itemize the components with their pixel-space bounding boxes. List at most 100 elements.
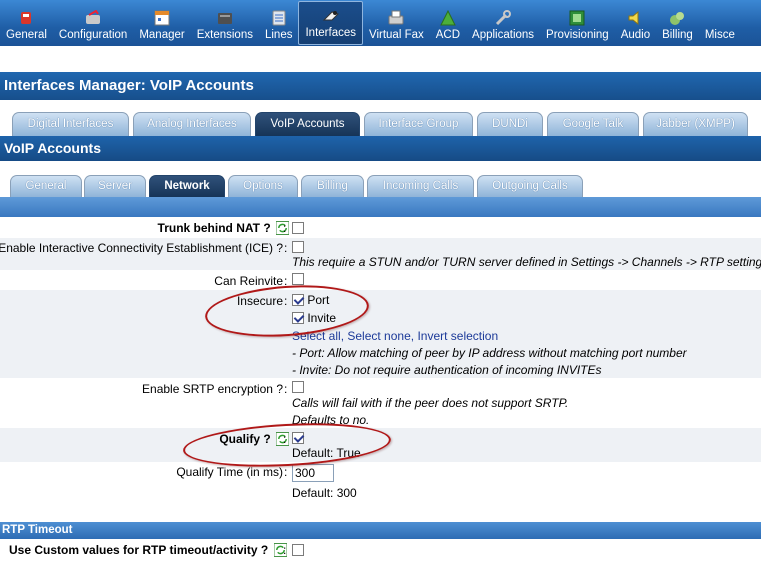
form-header-strip <box>0 197 761 217</box>
colon: : <box>284 294 288 308</box>
subtab-outgoing-calls[interactable]: Outgoing Calls <box>477 175 583 197</box>
colon: : <box>284 274 288 288</box>
qualify-time-label: Qualify Time (in ms) <box>176 465 283 479</box>
qualify-default: Default: True <box>292 446 361 460</box>
subtab-incoming-calls[interactable]: Incoming Calls <box>367 175 474 197</box>
nav-label: Manager <box>139 29 185 41</box>
subtab-billing[interactable]: Billing <box>301 175 364 197</box>
reinvite-label: Can Reinvite <box>214 274 283 288</box>
ice-hint: This require a STUN and/or TURN server d… <box>292 255 761 269</box>
nav-misc[interactable]: Misce <box>699 0 741 46</box>
srtp-label: Enable SRTP encryption ? <box>142 382 283 396</box>
voip-subtabs: General Server Network Options Billing I… <box>0 161 761 197</box>
row-rtp-custom: Use Custom values for RTP timeout/activi… <box>0 539 761 561</box>
port-checkbox[interactable] <box>292 294 304 306</box>
acd-icon <box>439 9 457 26</box>
srtp-default: Defaults to no. <box>292 413 370 427</box>
manager-icon <box>153 9 171 26</box>
colon: : <box>284 382 288 396</box>
subtab-general[interactable]: General <box>10 175 82 197</box>
trunk-nat-label: Trunk behind NAT ? <box>158 221 291 235</box>
insecure-port-option[interactable]: Port <box>292 293 329 307</box>
ice-checkbox[interactable] <box>292 240 304 254</box>
lines-icon <box>270 9 288 26</box>
tab-voip-accounts[interactable]: VoIP Accounts <box>255 112 360 136</box>
qualify-time-field[interactable] <box>292 464 334 482</box>
general-icon <box>17 9 35 26</box>
select-all-link[interactable]: Select all <box>292 329 341 343</box>
tab-digital-interfaces[interactable]: Digital Interfaces <box>12 112 129 136</box>
tab-jabber[interactable]: Jabber (XMPP) <box>643 112 748 136</box>
row-reinvite: Can Reinvite : <box>0 270 761 290</box>
nav-label: Lines <box>264 29 293 41</box>
colon: : <box>283 221 287 235</box>
reinvite-checkbox[interactable] <box>292 272 304 286</box>
tab-interface-group[interactable]: Interface Group <box>364 112 473 136</box>
colon: : <box>284 465 288 479</box>
nav-label: Billing <box>662 29 693 41</box>
nav-audio[interactable]: Audio <box>615 0 656 46</box>
row-qualify: Qualify ? : Default: True <box>0 428 761 462</box>
nav-interfaces[interactable]: Interfaces <box>298 1 363 45</box>
subtab-options[interactable]: Options <box>228 175 298 197</box>
nav-provisioning[interactable]: Provisioning <box>540 0 615 46</box>
trunk-nat-checkbox[interactable] <box>292 221 304 235</box>
nav-label: Provisioning <box>546 29 609 41</box>
qualify-checkbox[interactable] <box>292 431 304 445</box>
tab-dundi[interactable]: DUNDi <box>477 112 543 136</box>
nav-general[interactable]: General <box>0 0 53 46</box>
nav-billing[interactable]: Billing <box>656 0 699 46</box>
nav-label: Audio <box>620 29 651 41</box>
row-srtp: Enable SRTP encryption ? : Calls will fa… <box>0 378 761 428</box>
insecure-note-invite: - Invite: Do not require authentication … <box>292 363 602 377</box>
misc-icon <box>711 9 729 26</box>
qualify-time-default: Default: 300 <box>292 486 357 500</box>
rtp-custom-checkbox[interactable] <box>292 543 304 557</box>
provisioning-icon <box>568 9 586 26</box>
interfaces-icon <box>322 7 340 24</box>
applications-icon <box>494 9 512 26</box>
nav-virtual-fax[interactable]: Virtual Fax <box>363 0 430 46</box>
insecure-selectors: Select all, Select none, Invert selectio… <box>292 329 499 343</box>
nav-label: Virtual Fax <box>368 29 424 41</box>
tab-google-talk[interactable]: Google Talk <box>547 112 639 136</box>
fax-icon <box>387 9 405 26</box>
audio-icon <box>626 9 644 26</box>
nav-label: Interfaces <box>305 27 356 39</box>
nav-applications[interactable]: Applications <box>466 0 540 46</box>
insecure-invite-option[interactable]: Invite <box>292 311 336 325</box>
interface-tabs: Digital Interfaces Analog Interfaces VoI… <box>0 100 761 136</box>
nav-acd[interactable]: ACD <box>430 0 466 46</box>
subtab-network[interactable]: Network <box>149 175 225 197</box>
nav-label: Applications <box>472 29 535 41</box>
qualify-time-input[interactable] <box>292 464 334 482</box>
select-none-link[interactable]: Select none <box>347 329 410 343</box>
colon: : <box>283 432 287 446</box>
billing-icon <box>668 9 686 26</box>
nav-label: ACD <box>435 29 461 41</box>
nav-label: Extensions <box>196 29 253 41</box>
row-qualify-time: Qualify Time (in ms) : Default: 300 <box>0 462 761 502</box>
srtp-checkbox[interactable] <box>292 380 304 394</box>
nav-manager[interactable]: Manager <box>133 0 190 46</box>
rtp-custom-label: Use Custom values for RTP timeout/activi… <box>9 543 289 557</box>
colon: : <box>283 543 287 557</box>
invite-checkbox[interactable] <box>292 312 304 324</box>
extensions-icon <box>216 9 234 26</box>
nav-extensions[interactable]: Extensions <box>191 0 259 46</box>
spacer <box>0 46 761 72</box>
section-title: VoIP Accounts <box>0 136 761 161</box>
rtp-timeout-section: RTP Timeout <box>0 522 761 539</box>
page-title: Interfaces Manager: VoIP Accounts <box>0 72 761 100</box>
row-trunk-nat: Trunk behind NAT ? : <box>0 218 761 238</box>
nav-label: Misce <box>704 29 735 41</box>
row-insecure: Insecure : Port Invite Select all, Selec… <box>0 290 761 378</box>
insecure-label: Insecure <box>236 294 283 308</box>
qualify-label: Qualify ? <box>219 432 291 446</box>
nav-lines[interactable]: Lines <box>259 0 299 46</box>
nav-configuration[interactable]: Configuration <box>53 0 133 46</box>
subtab-server[interactable]: Server <box>84 175 146 197</box>
tab-analog-interfaces[interactable]: Analog Interfaces <box>133 112 251 136</box>
colon: : <box>284 241 288 255</box>
invert-selection-link[interactable]: Invert selection <box>417 329 498 343</box>
